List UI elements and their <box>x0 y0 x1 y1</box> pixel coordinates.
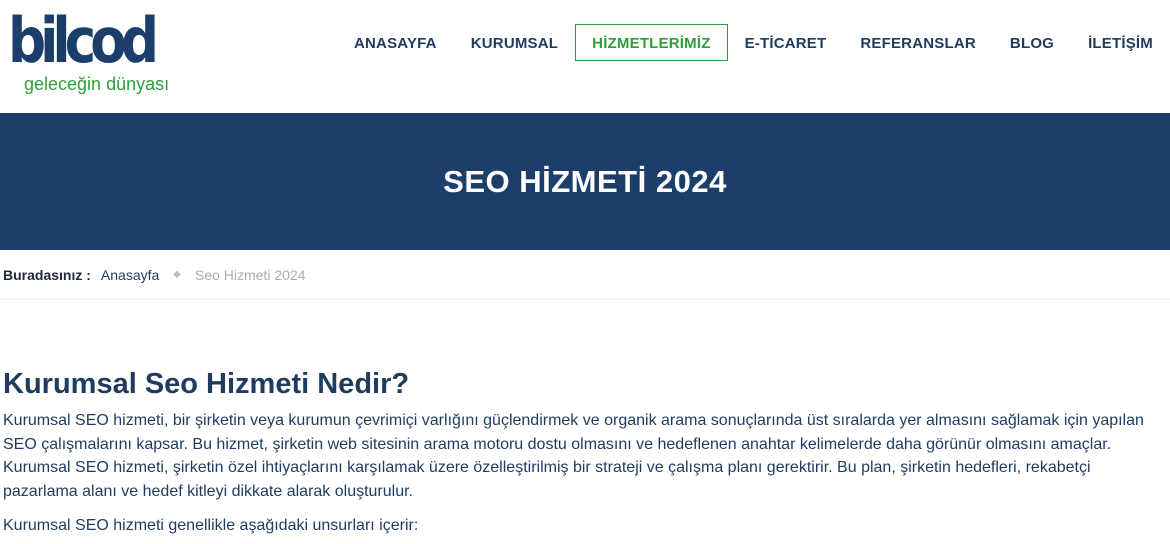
logo-tagline: geleceğin dünyası <box>24 74 170 94</box>
breadcrumb-current: Seo Hizmeti 2024 <box>194 266 306 283</box>
nav-item-e-ticaret[interactable]: E-TİCARET <box>728 24 844 61</box>
page-banner: SEO HİZMETİ 2024 <box>0 113 1170 250</box>
breadcrumb-home-link[interactable]: Anasayfa <box>101 267 159 283</box>
article-paragraph-1: Kurumsal SEO hizmeti, bir şirketin veya … <box>3 412 1144 500</box>
nav-item-iletisim[interactable]: İLETİŞİM <box>1071 24 1170 61</box>
breadcrumb-label: Buradasınız : <box>3 266 91 283</box>
main-nav: ANASAYFA KURUMSAL HİZMETLERİMİZ E-TİCARE… <box>337 24 1170 61</box>
breadcrumb: Buradasınız : Anasayfa ◆ Seo Hizmeti 202… <box>0 250 1170 300</box>
breadcrumb-separator-icon: ◆ <box>173 269 181 280</box>
site-header: bilcod geleceğin dünyası ANASAYFA KURUMS… <box>0 0 1170 113</box>
page-title: SEO HİZMETİ 2024 <box>443 163 727 199</box>
nav-item-referanslar[interactable]: REFERANSLAR <box>843 24 993 61</box>
article-content: Kurumsal Seo Hizmeti Nedir? Kurumsal SEO… <box>0 300 1170 538</box>
site-logo[interactable]: bilcod geleceğin dünyası <box>8 10 178 96</box>
nav-item-blog[interactable]: BLOG <box>993 24 1071 61</box>
nav-item-kurumsal[interactable]: KURUMSAL <box>454 24 575 61</box>
nav-item-anasayfa[interactable]: ANASAYFA <box>337 24 454 61</box>
logo-wordmark: bilcod <box>8 4 159 77</box>
nav-item-hizmetlerimiz[interactable]: HİZMETLERİMİZ <box>575 24 728 61</box>
article-paragraph-2: Kurumsal SEO hizmeti genellikle aşağıdak… <box>3 517 419 534</box>
article-heading: Kurumsal Seo Hizmeti Nedir? <box>3 368 410 400</box>
